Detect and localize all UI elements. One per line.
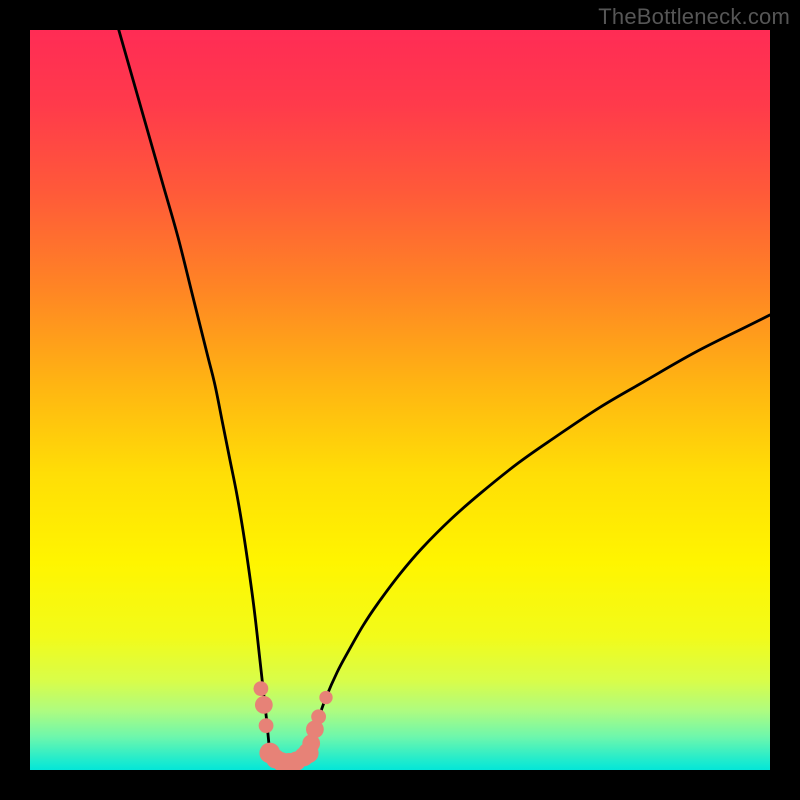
- curve-right: [308, 315, 770, 753]
- plot-area: [30, 30, 770, 770]
- data-marker: [253, 681, 268, 696]
- data-marker: [259, 718, 274, 733]
- watermark-text: TheBottleneck.com: [598, 4, 790, 30]
- data-marker: [255, 696, 273, 714]
- data-marker: [311, 709, 326, 724]
- curve-layer: [30, 30, 770, 770]
- data-marker: [319, 691, 332, 704]
- curve-left: [119, 30, 270, 753]
- marker-group: [253, 681, 332, 770]
- chart-frame: TheBottleneck.com: [0, 0, 800, 800]
